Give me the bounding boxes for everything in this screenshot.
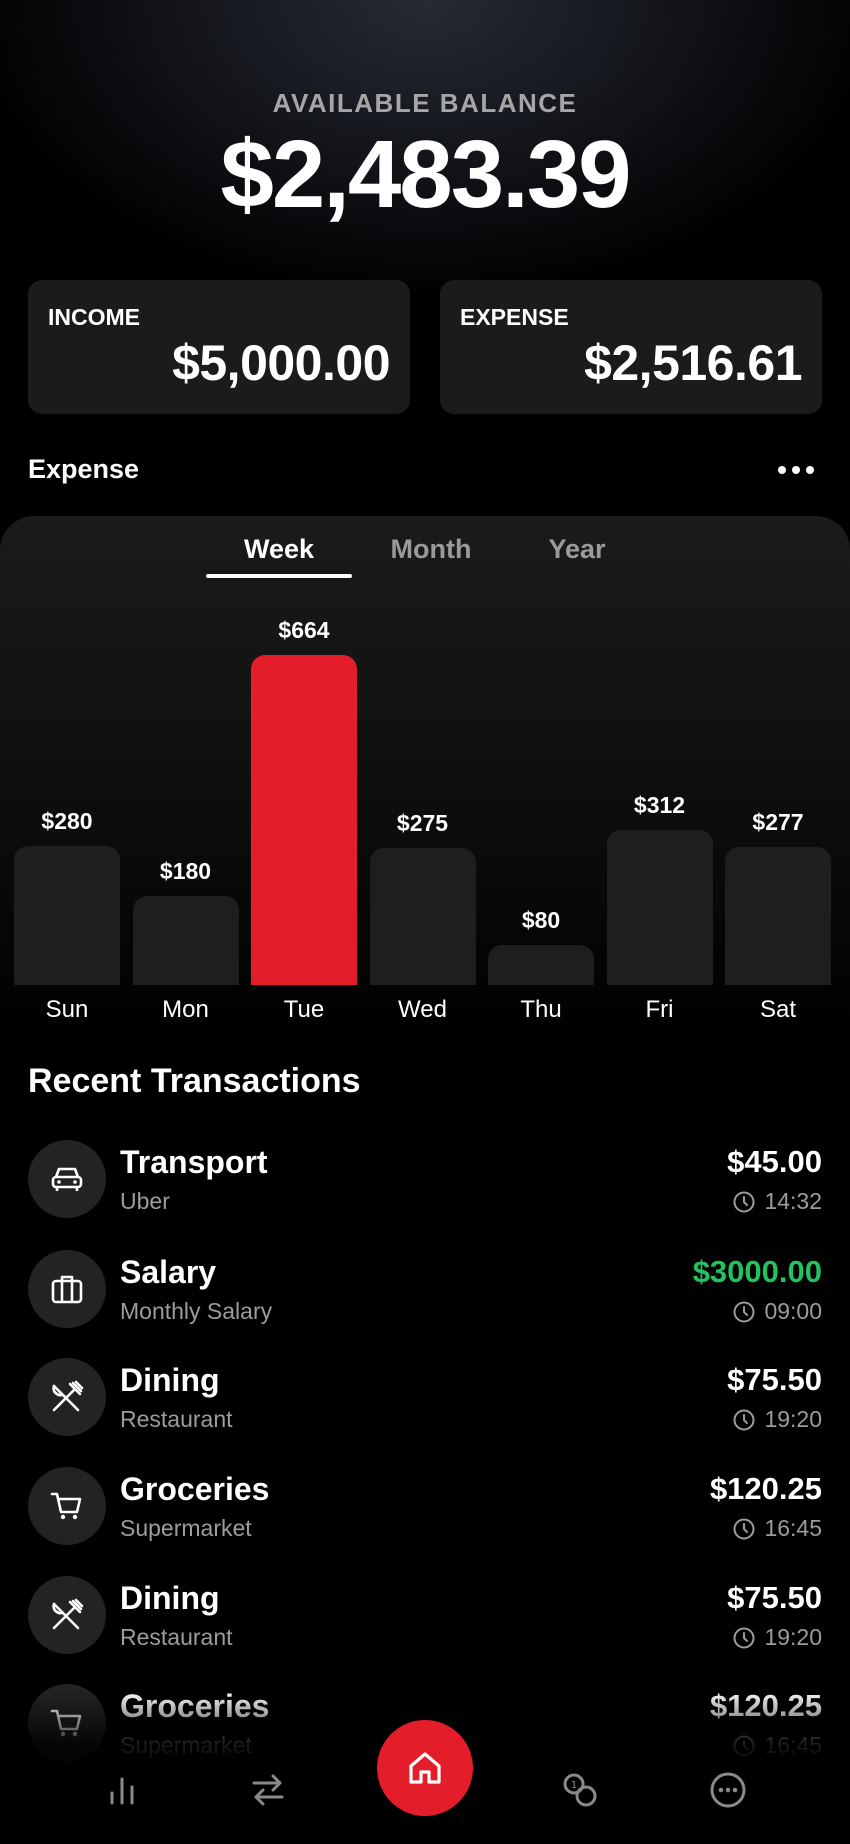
transaction-merchant: Supermarket: [120, 1515, 252, 1541]
utensils-icon: [28, 1358, 106, 1436]
transaction-time: 14:32: [732, 1188, 822, 1215]
transaction-time-text: 19:20: [764, 1624, 822, 1650]
bar-day-label: Fri: [645, 996, 674, 1023]
bar-mon[interactable]: [132, 896, 239, 985]
bar-day-label: Thu: [520, 996, 562, 1023]
transaction-merchant: Restaurant: [120, 1624, 233, 1650]
income-value: $5,000.00: [172, 335, 390, 391]
transaction-merchant: Monthly Salary: [120, 1298, 273, 1324]
utensils-icon: [28, 1576, 106, 1654]
clock-icon: [733, 1301, 755, 1322]
transaction-name: Groceries: [120, 1471, 270, 1507]
bar-fri[interactable]: [606, 830, 713, 985]
clock-icon: [733, 1518, 755, 1539]
bar-value-label: $277: [752, 809, 804, 835]
period-tabs: Week Month Year: [0, 534, 850, 578]
transaction-time-text: 14:32: [764, 1188, 822, 1214]
recent-transactions-title: Recent Transactions: [28, 1062, 361, 1100]
bar-value-label: $312: [633, 792, 686, 818]
more-horizontal-icon[interactable]: [778, 458, 814, 482]
transaction-time-text: 16:45: [764, 1515, 822, 1541]
stats-icon[interactable]: [92, 1760, 152, 1820]
bottom-nav: 1: [0, 1720, 850, 1844]
bar-value-label: $664: [278, 617, 330, 643]
transaction-amount: $75.50: [727, 1580, 822, 1615]
transaction-merchant: Uber: [120, 1188, 170, 1214]
transaction-time: 19:20: [732, 1406, 822, 1433]
transaction-amount: $75.50: [727, 1362, 822, 1397]
transaction-name: Salary: [120, 1254, 217, 1290]
transfer-icon[interactable]: [238, 1760, 298, 1820]
bar-sat[interactable]: [725, 847, 831, 985]
transaction-row[interactable]: Salary Monthly Salary $3000.00 09:00: [28, 1250, 822, 1330]
transaction-name: Dining: [120, 1580, 220, 1616]
income-card[interactable]: INCOME $5,000.00: [28, 280, 410, 414]
active-tab-indicator: [206, 574, 352, 578]
transaction-amount: $120.25: [709, 1471, 822, 1506]
briefcase-icon: [28, 1250, 106, 1328]
tab-year[interactable]: Year: [530, 534, 624, 565]
tab-month[interactable]: Month: [376, 534, 486, 565]
bar-day-label: Tue: [283, 996, 325, 1023]
balance-label: AVAILABLE BALANCE: [272, 88, 578, 118]
bar-day-label: Sat: [759, 996, 797, 1023]
bar-wed[interactable]: [369, 848, 476, 985]
transaction-time-text: 09:00: [764, 1298, 822, 1324]
income-label: INCOME: [48, 304, 140, 330]
expense-bar-chart: $280 Sun $180 Mon $664 Tue $275 Wed $80 Thu $312 Fr…: [0, 600, 850, 1030]
transaction-time-text: 19:20: [764, 1406, 822, 1432]
bar-thu[interactable]: [488, 945, 594, 985]
expense-label: EXPENSE: [460, 304, 569, 330]
bar-day-label: Mon: [162, 996, 209, 1023]
bar-value-label: $275: [396, 810, 449, 836]
clock-icon: [733, 1627, 755, 1648]
tab-week[interactable]: Week: [206, 534, 352, 565]
clock-icon: [733, 1191, 755, 1212]
transaction-time: 16:45: [732, 1515, 822, 1542]
bar-day-label: Wed: [398, 996, 447, 1023]
transaction-name: Dining: [120, 1362, 220, 1398]
transaction-row[interactable]: Dining Restaurant $75.50 19:20: [28, 1358, 822, 1438]
expense-section-title: Expense: [28, 454, 140, 484]
expense-card[interactable]: EXPENSE $2,516.61: [440, 280, 822, 414]
transaction-row[interactable]: Transport Uber $45.00 14:32: [28, 1140, 822, 1220]
transaction-time: 09:00: [732, 1298, 822, 1325]
bar-value-label: $280: [41, 808, 93, 834]
bar-sun[interactable]: [14, 846, 120, 985]
coins-icon[interactable]: 1: [550, 1760, 610, 1820]
expense-value: $2,516.61: [584, 335, 802, 391]
svg-text:1: 1: [571, 1780, 577, 1791]
transaction-row[interactable]: Groceries Supermarket $120.25 16:45: [28, 1467, 822, 1547]
home-icon[interactable]: [377, 1720, 473, 1816]
car-icon: [28, 1140, 106, 1218]
transaction-row[interactable]: Dining Restaurant $75.50 19:20: [28, 1576, 822, 1656]
transaction-merchant: Restaurant: [120, 1406, 233, 1432]
bar-day-label: Sun: [45, 996, 89, 1023]
transaction-time: 19:20: [732, 1624, 822, 1651]
clock-icon: [733, 1409, 755, 1430]
bar-value-label: $180: [159, 858, 212, 884]
transaction-amount: $45.00: [727, 1144, 822, 1179]
more-circle-icon[interactable]: [698, 1760, 758, 1820]
bar-value-label: $80: [521, 907, 561, 933]
bar-tue[interactable]: [251, 655, 357, 985]
transaction-name: Transport: [120, 1144, 268, 1180]
balance-value: $2,483.39: [220, 121, 631, 228]
transaction-amount: $3000.00: [692, 1254, 822, 1289]
cart-icon: [28, 1467, 106, 1545]
